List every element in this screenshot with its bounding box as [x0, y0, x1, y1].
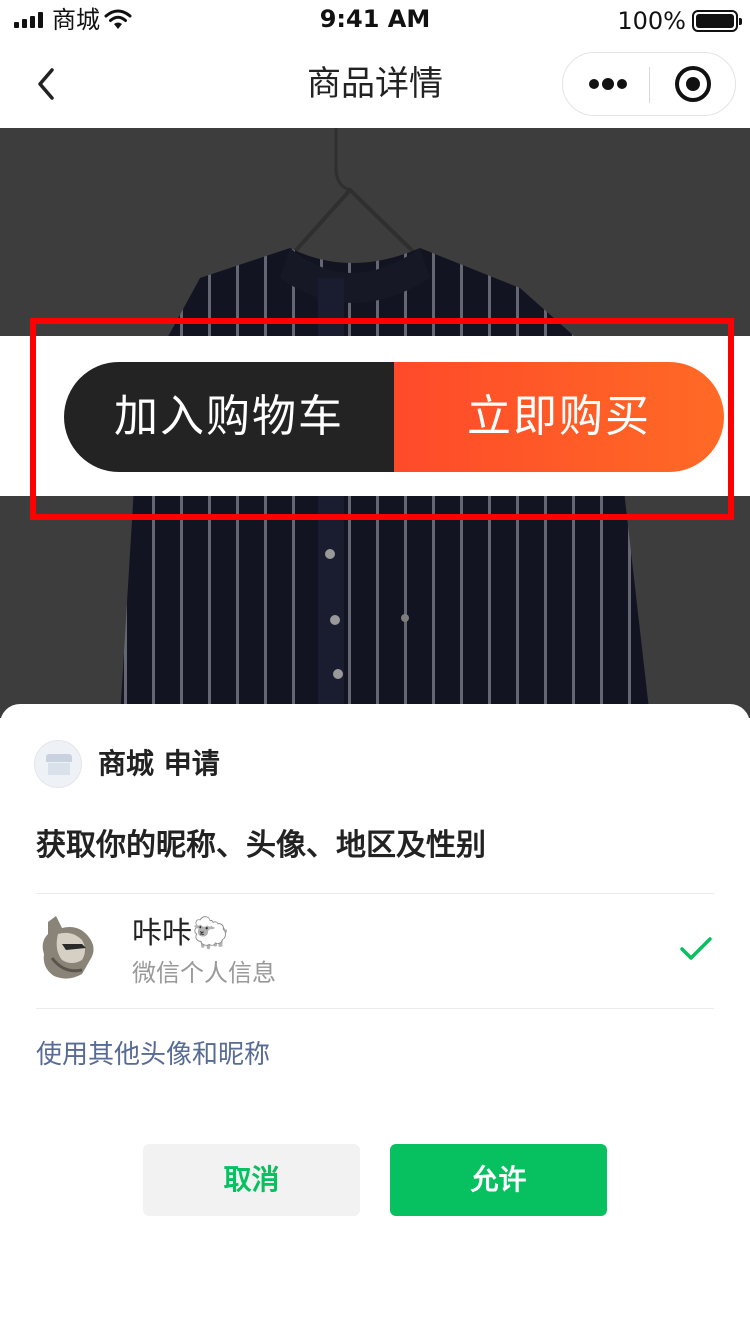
target-icon[interactable] — [675, 66, 711, 102]
more-dots-icon[interactable] — [583, 67, 631, 101]
checkmark-icon — [680, 937, 712, 960]
cancel-button[interactable]: 取消 — [143, 1144, 360, 1216]
capsule-divider — [649, 67, 650, 103]
allow-button[interactable]: 允许 — [390, 1144, 607, 1216]
highlight-box — [30, 318, 734, 520]
app-name: 商城 申请 — [98, 747, 220, 780]
use-other-profile-link[interactable]: 使用其他头像和昵称 — [36, 1036, 270, 1074]
mini-program-capsule — [562, 52, 736, 116]
status-bar: 商城 9:41 AM 100% — [0, 0, 750, 40]
battery-percent: 100% — [617, 7, 686, 35]
user-subtitle: 微信个人信息 — [132, 959, 276, 987]
avatar — [42, 916, 94, 979]
user-profile-option[interactable]: 咔咔🐑 微信个人信息 — [36, 894, 714, 1008]
nav-bar: 商品详情 — [0, 40, 750, 128]
battery-icon — [692, 10, 742, 32]
authorization-sheet: 商城 申请 获取你的昵称、头像、地区及性别 咔咔🐑 微信个人信息 使用其他头像和… — [0, 704, 750, 1334]
permission-title: 获取你的昵称、头像、地区及性别 — [36, 828, 486, 863]
user-nickname: 咔咔🐑 — [132, 916, 230, 951]
divider — [36, 1008, 714, 1009]
store-icon — [34, 740, 82, 788]
